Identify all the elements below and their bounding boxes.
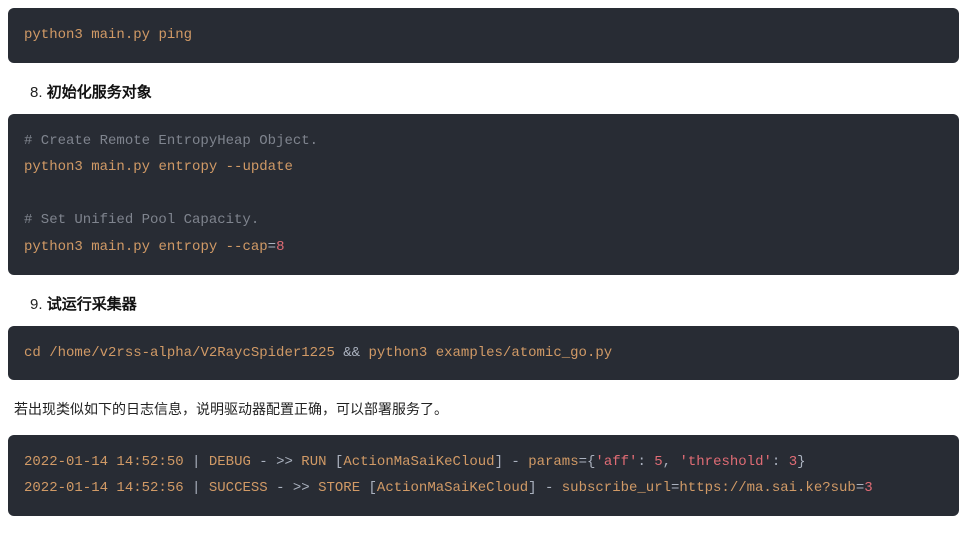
log-key: params	[528, 454, 578, 470]
bracket-close: ]	[495, 454, 503, 470]
log-timestamp: 2022-01-14 14:52:50	[24, 454, 184, 470]
token-script: examples/atomic_go.py	[436, 345, 612, 361]
log-level: SUCCESS	[209, 480, 268, 496]
token-path: /home/v2rss-alpha/V2RaycSpider1225	[49, 345, 335, 361]
log-action: RUN	[301, 454, 326, 470]
token-cd: cd	[24, 345, 41, 361]
dict-key: 'threshold'	[679, 454, 771, 470]
dash: -	[537, 480, 562, 496]
comment-line: # Create Remote EntropyHeap Object.	[24, 133, 318, 149]
token-subcmd: entropy	[158, 159, 217, 175]
log-level: DEBUG	[209, 454, 251, 470]
dict-value: 3	[789, 454, 797, 470]
code-block-run-example: cd /home/v2rss-alpha/V2RaycSpider1225 &&…	[8, 326, 959, 381]
log-separator: - >>	[268, 480, 318, 496]
log-url: https://ma.sai.ke?sub	[679, 480, 855, 496]
step-heading-9: 9. 试运行采集器	[30, 293, 959, 314]
code-block-ping: python3 main.py ping	[8, 8, 959, 63]
dash: -	[503, 454, 528, 470]
token-and: &&	[343, 345, 360, 361]
code-block-log-output: 2022-01-14 14:52:50 | DEBUG - >> RUN [Ac…	[8, 435, 959, 516]
info-paragraph: 若出现类似如下的日志信息，说明驱动器配置正确，可以部署服务了。	[14, 398, 959, 420]
log-key: subscribe_url	[562, 480, 671, 496]
colon: :	[772, 454, 789, 470]
log-action: STORE	[318, 480, 360, 496]
token-flag: --cap	[226, 239, 268, 255]
bracket-open: [	[360, 480, 377, 496]
token-main: main.py	[91, 27, 150, 43]
comma: ,	[663, 454, 680, 470]
log-pipe: |	[184, 480, 209, 496]
token-flag: --update	[226, 159, 293, 175]
dict-value: 5	[654, 454, 662, 470]
step-title: 试运行采集器	[47, 296, 137, 313]
token-python: python3	[24, 27, 83, 43]
equals: =	[579, 454, 587, 470]
bracket-open: [	[327, 454, 344, 470]
bracket-close: ]	[528, 480, 536, 496]
comment-line: # Set Unified Pool Capacity.	[24, 212, 259, 228]
token-main: main.py	[91, 239, 150, 255]
dict-key: 'aff'	[595, 454, 637, 470]
log-url-val: 3	[864, 480, 872, 496]
token-main: main.py	[91, 159, 150, 175]
log-separator: - >>	[251, 454, 301, 470]
log-timestamp: 2022-01-14 14:52:56	[24, 480, 184, 496]
token-python: python3	[24, 159, 83, 175]
step-heading-8: 8. 初始化服务对象	[30, 81, 959, 102]
step-number: 9.	[30, 296, 47, 313]
token-subcmd: ping	[158, 27, 192, 43]
equals: =	[856, 480, 864, 496]
token-subcmd: entropy	[158, 239, 217, 255]
step-title: 初始化服务对象	[47, 84, 152, 101]
step-number: 8.	[30, 84, 47, 101]
token-equals: =	[268, 239, 276, 255]
log-pipe: |	[184, 454, 209, 470]
brace-close: }	[797, 454, 805, 470]
colon: :	[637, 454, 654, 470]
log-actor: ActionMaSaiKeCloud	[343, 454, 494, 470]
token-python: python3	[369, 345, 428, 361]
log-actor: ActionMaSaiKeCloud	[377, 480, 528, 496]
token-python: python3	[24, 239, 83, 255]
code-block-entropy: # Create Remote EntropyHeap Object. pyth…	[8, 114, 959, 275]
token-number: 8	[276, 239, 284, 255]
